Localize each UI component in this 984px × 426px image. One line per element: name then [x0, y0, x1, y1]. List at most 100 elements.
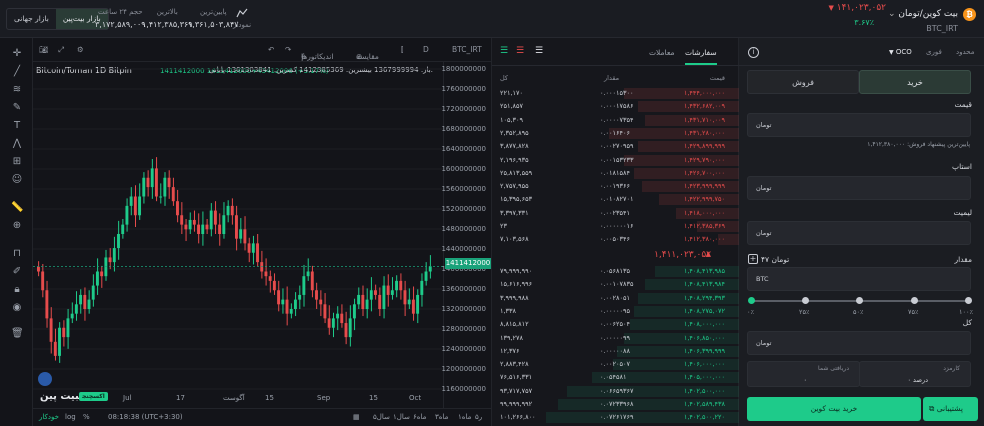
tab-limit[interactable]: محدود — [956, 48, 974, 56]
price-axis[interactable]: 1800000000 1760000000 1720000000 1680000000… — [441, 62, 491, 408]
fib-icon[interactable]: ≋ — [11, 84, 23, 96]
candle-body — [53, 341, 57, 356]
bid-row[interactable]: ۳,۹۹۹,۹۸۸ ۰.۰۰۲۸۰۵۱ ۱,۴۰۸,۲۹۴,۳۹۳ — [492, 292, 739, 304]
support-button[interactable]: ⧉ پشتیبانی — [923, 397, 978, 421]
range-6m[interactable]: ۶ماه — [413, 413, 426, 421]
candle-body — [159, 196, 163, 198]
range-1y[interactable]: ۱سال — [393, 413, 410, 421]
range-1m[interactable]: ۱ماه — [458, 413, 471, 421]
percent-scale-button[interactable]: % — [83, 413, 90, 421]
range-3m[interactable]: ۳ماه — [435, 413, 448, 421]
price-input[interactable]: تومان — [747, 113, 971, 137]
ask-row[interactable]: ۲,۷۵۷,۹۵۵ ۰.۰۰۱۹۳۶۶ ۱,۴۲۳,۹۹۹,۹۹۹ — [492, 181, 739, 193]
bid-row[interactable]: ۱۰۱,۲۶۶,۸۰۰ ۰.۰۷۲۶۱۷۶۹ ۱,۴۰۲,۵۰۰,۲۲۰ — [492, 412, 739, 424]
chart-logo-icon — [38, 372, 52, 386]
price-tick: 1160000000 — [441, 385, 486, 393]
symbol-button[interactable]: BTC_IRT — [452, 45, 482, 54]
bid-row[interactable]: ۷۹,۹۹۹,۹۹۰ ۰.۰۵۶۸۱۳۵ ۱,۴۰۸,۴۱۳,۹۸۵ — [492, 266, 739, 277]
bid-row[interactable]: ۹۳,۷۱۷,۷۵۷ ۰.۰۶۶۵۹۳۶۷ ۱,۴۰۲,۵۰۰,۰۰۰ — [492, 385, 739, 397]
camera-icon[interactable]: 📷︎ — [39, 45, 49, 54]
stat-low-value: ۱,۳۶۱,۵۰۳,۸۴۷ — [188, 20, 239, 29]
bid-row[interactable]: ۱,۳۳۸ ۰.۰۰۰۰۰۹۵ ۱,۴۰۸,۲۷۵,۰۷۲ — [492, 305, 739, 317]
ask-row[interactable]: ۲۵,۸۱۳,۵۵۹ ۰.۰۱۸۱۵۸۴ ۱,۴۲۶,۷۰۰,۰۰۰ — [492, 167, 739, 179]
text-icon[interactable]: T — [11, 120, 23, 132]
eye-icon[interactable]: ◉ — [11, 302, 23, 314]
bid-row[interactable]: ۱۳۹,۲۷۸ ۰.۰۰۰۰۰۹۹ ۱,۴۰۶,۸۵۰,۰۰۰ — [492, 332, 739, 344]
ask-row[interactable]: ۲,۳۵۲,۸۹۵ ۰.۰۰۱۶۴۰۶ ۱,۴۳۱,۲۸۰,۰۰۰ — [492, 127, 739, 139]
lock-icon[interactable]: 🔒︎ — [11, 284, 23, 296]
undo-icon[interactable]: ↶ — [268, 45, 274, 54]
candle-body — [243, 229, 247, 244]
candle-body — [112, 248, 116, 263]
bid-row[interactable]: ۹۹,۹۹۹,۹۹۲ ۰.۰۷۲۳۳۹۶۸ ۱,۴۰۲,۵۸۹,۴۳۸ — [492, 399, 739, 410]
deposit-plus-icon[interactable]: + — [748, 254, 758, 264]
candlestick-chart[interactable] — [33, 62, 444, 408]
ask-row[interactable]: ۲۳ ۰.۰۰۰۰۰۰۱۶ ۱,۴۱۲,۳۸۵,۳۶۹ — [492, 221, 739, 232]
bid-row[interactable]: ۱۲,۳۷۶ ۰.۰۰۰۰۰۸۸ ۱,۴۰۶,۳۹۹,۹۹۹ — [492, 345, 739, 357]
log-scale-button[interactable]: log — [65, 413, 76, 421]
bid-total: ۷۶,۵۱۶,۳۳۱ — [500, 373, 533, 382]
range-5y[interactable]: ۵سال — [373, 413, 390, 421]
bids-only-icon[interactable]: ☰ — [500, 46, 510, 56]
indicators-label: اندیکاتورها — [301, 52, 334, 61]
tab-oco[interactable]: ▼ OCO — [889, 48, 912, 56]
calendar-icon[interactable]: ▦ — [353, 413, 360, 421]
redo-icon[interactable]: ↷ — [285, 45, 291, 54]
order-book-header: کل مقدار قیمت — [492, 74, 739, 84]
ask-row[interactable]: ۳,۳۹۷,۳۳۱ ۰.۰۰۲۳۵۴۱ ۱,۴۱۸,۰۰۰,۰۰۰ — [492, 207, 739, 219]
pattern-icon[interactable]: ⋀ — [11, 138, 23, 150]
ask-row[interactable]: ۱۰۵,۳۰۹ ۰.۰۰۰۰۷۳۵۴ ۱,۴۳۱,۷۱۰,۰۰۹ — [492, 114, 739, 126]
tab-orders[interactable]: سفارشات — [685, 48, 717, 65]
amount-input[interactable]: BTC — [747, 267, 971, 291]
ask-row[interactable]: ۲۲۱,۱۷۰ ۰.۰۰۰۱۵۳۰۰ ۱,۴۴۴,۰۰۰,۰۰۰ — [492, 88, 739, 99]
both-sides-icon[interactable]: ☰ — [535, 46, 545, 56]
bid-row[interactable]: ۷۶,۵۱۶,۳۳۱ ۰.۰۵۴۵۸۱ ۱,۴۰۵,۰۰۰,۰۰۰ — [492, 372, 739, 384]
settings-icon[interactable]: ⚙ — [77, 45, 84, 54]
bid-row[interactable]: ۱۵,۶۱۶,۹۹۶ ۰.۰۰۱۰۷۸۳۵ ۱,۴۰۸,۴۱۳,۹۸۴ — [492, 279, 739, 291]
ask-price: ۱,۴۲۶,۷۰۰,۰۰۰ — [683, 168, 725, 177]
magnet-icon[interactable]: ⊓ — [11, 248, 23, 260]
fullscreen-icon[interactable]: ⤢ — [58, 45, 64, 55]
info-icon[interactable]: i — [748, 47, 759, 58]
crosshair-icon[interactable]: ✛ — [11, 48, 23, 60]
slider-stop-25[interactable] — [802, 297, 809, 304]
slider-stop-100[interactable] — [965, 297, 972, 304]
buy-tab[interactable]: خرید — [859, 70, 971, 94]
total-unit: تومان — [756, 339, 772, 347]
slider-stop-50[interactable] — [856, 297, 863, 304]
emoji-icon[interactable]: ☺ — [11, 174, 23, 186]
total-input[interactable]: تومان — [747, 331, 971, 355]
stop-input[interactable]: تومان — [747, 176, 971, 200]
slider-stop-75[interactable] — [911, 297, 918, 304]
bid-row[interactable]: ۸,۸۱۵,۸۱۲ ۰.۰۰۶۲۵۰۴ ۱,۴۰۸,۰۰۰,۰۰۰ — [492, 319, 739, 331]
ask-row[interactable]: ۱۵,۳۹۵,۶۵۳ ۰.۰۱۰۸۲۷۰۱ ۱,۴۲۲,۹۹۹,۷۵۰ — [492, 194, 739, 206]
lock-draw-icon[interactable]: ✐ — [11, 266, 23, 278]
trash-icon[interactable]: 🗑︎ — [11, 328, 24, 340]
forecast-icon[interactable]: ⊞ — [11, 156, 23, 168]
limit-input[interactable]: تومان — [747, 221, 971, 245]
tab-market[interactable]: فوری — [926, 48, 942, 56]
global-market-tab[interactable]: بازار جهانی — [7, 9, 56, 29]
sell-tab[interactable]: فروش — [747, 70, 859, 94]
candle-body — [247, 243, 251, 253]
tab-trades[interactable]: معاملات — [649, 48, 674, 57]
chart-toggle[interactable]: نمودار — [233, 8, 251, 29]
auto-scale-button[interactable]: خودکار — [39, 413, 59, 421]
brush-icon[interactable]: ✎ — [11, 102, 23, 114]
ask-row[interactable]: ۲,۱۹۶,۹۳۵ ۰.۰۰۱۵۳۲۳۳ ۱,۴۲۹,۷۹۰,۰۰۰ — [492, 154, 739, 166]
trend-line-icon[interactable]: ╱ — [11, 66, 23, 78]
asks-only-icon[interactable]: ☰ — [516, 46, 526, 56]
stat-volume-value: ۳,۱۷۲,۵۸۹,۰۰۹ — [95, 20, 146, 29]
ask-row[interactable]: ۲۵۱,۸۵۷ ۰.۰۰۰۱۷۵۸۶ ۱,۴۳۲,۶۸۲,۰۰۹ — [492, 101, 739, 113]
ask-row[interactable]: ۳,۸۷۷,۸۲۸ ۰.۰۰۲۷۰۹۵۹ ۱,۴۲۹,۸۹۹,۹۹۹ — [492, 141, 739, 153]
ask-row[interactable]: ۷,۱۰۳,۵۶۸ ۰.۰۰۵۰۳۴۶ ۱,۴۱۲,۳۸۰,۰۰۰ — [492, 234, 739, 246]
bid-row[interactable]: ۲,۸۸۳,۴۲۸ ۰.۰۰۲۰۵۰۷ ۱,۴۰۶,۰۰۰,۰۰۰ — [492, 359, 739, 371]
candle-body — [395, 280, 398, 291]
range-5d[interactable]: ۵ر — [475, 413, 482, 421]
ruler-icon[interactable]: 📏 — [11, 202, 23, 214]
slider-handle[interactable] — [748, 297, 755, 304]
candle-type-icon[interactable]: ⫿ — [401, 45, 403, 55]
interval-button[interactable]: D — [423, 45, 429, 54]
buy-bitcoin-button[interactable]: خرید بیت کوین — [747, 397, 921, 421]
zoom-in-icon[interactable]: ⊕ — [11, 220, 23, 232]
